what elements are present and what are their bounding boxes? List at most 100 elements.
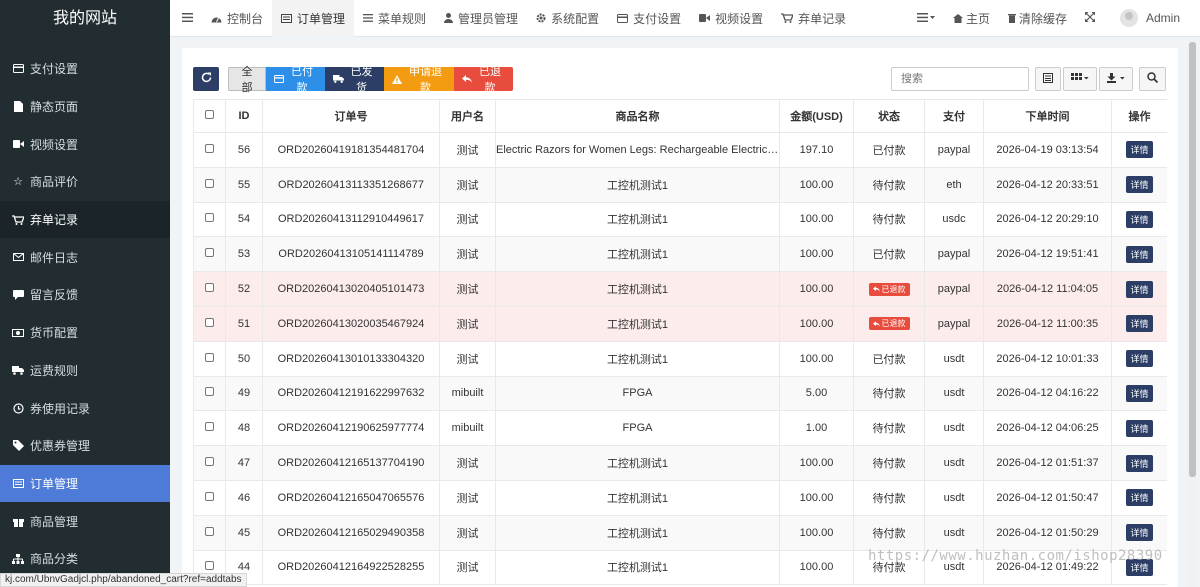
- more-tabs-dropdown[interactable]: [908, 0, 944, 37]
- row-checkbox[interactable]: [205, 283, 214, 293]
- row-checkbox[interactable]: [205, 491, 214, 501]
- row-checkbox[interactable]: [205, 526, 214, 536]
- row-select-cell[interactable]: [193, 305, 226, 342]
- row-checkbox[interactable]: [205, 248, 214, 258]
- sidebar-item-coupon-management[interactable]: 优惠券管理: [0, 427, 170, 465]
- select-all-cell[interactable]: [193, 99, 226, 133]
- detail-button[interactable]: 详情: [1126, 489, 1153, 507]
- row-select-cell[interactable]: [193, 445, 226, 481]
- table-row[interactable]: 53 ORD20260413105141114789 测试 工控机测试1 100.00 已…: [193, 236, 1167, 273]
- tab-dashboard[interactable]: 控制台: [202, 0, 272, 37]
- sidebar-item-feedback[interactable]: 留言反馈: [0, 276, 170, 314]
- row-select-cell[interactable]: [193, 479, 226, 516]
- col-header-status[interactable]: 状态: [853, 99, 925, 133]
- detail-button[interactable]: 详情: [1126, 176, 1153, 194]
- page-scrollbar-thumb[interactable]: [1189, 42, 1196, 477]
- row-checkbox[interactable]: [205, 143, 214, 153]
- table-row[interactable]: 49 ORD20260412191622997632 mibuilt FPGA 5.00…: [193, 375, 1167, 412]
- detail-button[interactable]: 详情: [1126, 419, 1153, 437]
- sidebar-item-coupon-usage[interactable]: 券使用记录: [0, 389, 170, 427]
- clear-cache-button[interactable]: 清除缓存: [999, 0, 1076, 37]
- row-select-cell[interactable]: [193, 132, 226, 168]
- detail-button[interactable]: 详情: [1126, 524, 1153, 542]
- row-checkbox[interactable]: [205, 561, 214, 571]
- columns-dropdown[interactable]: [1063, 67, 1097, 91]
- detail-button[interactable]: 详情: [1126, 245, 1153, 263]
- fullscreen-button[interactable]: [1076, 0, 1111, 37]
- filter-refunded-button[interactable]: 已退款: [454, 66, 513, 94]
- detail-button[interactable]: 详情: [1126, 350, 1153, 368]
- row-select-cell[interactable]: [193, 166, 226, 203]
- detail-button[interactable]: 详情: [1126, 280, 1153, 298]
- row-checkbox[interactable]: [205, 422, 214, 432]
- export-dropdown[interactable]: [1099, 67, 1133, 91]
- table-row[interactable]: 50 ORD20260413010133304320 测试 工控机测试1 100.00 已…: [193, 340, 1167, 377]
- col-header-amount[interactable]: 金额(USD): [779, 99, 854, 133]
- sidebar-item-product-category[interactable]: 商品分类: [0, 540, 170, 578]
- tab-menu-rules[interactable]: 菜单规则: [354, 0, 435, 37]
- col-header-order-no[interactable]: 订单号: [262, 99, 440, 133]
- tab-payment-settings[interactable]: 支付设置: [608, 0, 690, 37]
- sidebar-item-shipping-rules[interactable]: 运费规则: [0, 352, 170, 390]
- advanced-search-button[interactable]: [1139, 67, 1166, 91]
- tab-system-config[interactable]: 系统配置: [527, 0, 608, 37]
- tab-admin-management[interactable]: 管理员管理: [435, 0, 527, 37]
- table-row[interactable]: 48 ORD20260412190625977774 mibuilt FPGA 1.00…: [193, 410, 1167, 447]
- site-logo[interactable]: 我的网站: [0, 0, 170, 37]
- row-select-cell[interactable]: [193, 271, 226, 307]
- table-row[interactable]: 47 ORD20260412165137704190 测试 工控机测试1 100.00 待…: [193, 445, 1167, 481]
- col-header-payment[interactable]: 支付: [924, 99, 984, 133]
- sidebar-item-payment-settings[interactable]: 支付设置: [0, 50, 170, 88]
- detail-button[interactable]: 详情: [1126, 454, 1153, 472]
- col-header-id[interactable]: ID: [225, 99, 263, 133]
- table-row[interactable]: 54 ORD20260413112910449617 测试 工控机测试1 100.00 待…: [193, 201, 1167, 238]
- filter-shipped-button[interactable]: 已发货: [325, 66, 384, 94]
- sidebar-item-product-reviews[interactable]: ☆ 商品评价: [0, 163, 170, 201]
- detail-button[interactable]: 详情: [1126, 384, 1153, 402]
- sidebar-toggle-button[interactable]: [170, 0, 202, 37]
- table-row[interactable]: 45 ORD20260412165029490358 测试 工控机测试1 100.00 待…: [193, 514, 1167, 551]
- detail-button[interactable]: 详情: [1126, 141, 1153, 159]
- filter-paid-button[interactable]: 已付款: [266, 66, 325, 94]
- toggle-view-button[interactable]: [1035, 67, 1061, 91]
- row-checkbox[interactable]: [205, 387, 214, 397]
- row-select-cell[interactable]: [193, 514, 226, 551]
- sidebar-item-static-pages[interactable]: 静态页面: [0, 88, 170, 126]
- row-select-cell[interactable]: [193, 375, 226, 412]
- search-input[interactable]: [891, 67, 1029, 91]
- row-checkbox[interactable]: [205, 457, 214, 467]
- table-row[interactable]: 55 ORD20260413113351268677 测试 工控机测试1 100.00 待…: [193, 166, 1167, 203]
- row-checkbox[interactable]: [205, 352, 214, 362]
- row-select-cell[interactable]: [193, 340, 226, 377]
- row-checkbox[interactable]: [205, 317, 214, 327]
- admin-user-menu[interactable]: Admin: [1111, 0, 1200, 37]
- table-row[interactable]: 52 ORD20260413020405101473 测试 工控机测试1 100.00 已…: [193, 271, 1167, 307]
- detail-button[interactable]: 详情: [1126, 315, 1153, 333]
- sidebar-item-order-management[interactable]: 订单管理: [0, 464, 170, 503]
- sidebar-item-abandoned-cart[interactable]: 弃单记录: [0, 200, 170, 239]
- detail-button[interactable]: 详情: [1126, 210, 1153, 228]
- tab-order-management[interactable]: 订单管理: [272, 0, 355, 37]
- table-row[interactable]: 56 ORD20260419181354481704 测试 Electric Razo…: [193, 132, 1167, 168]
- sidebar-item-video-settings[interactable]: 视频设置: [0, 125, 170, 163]
- col-header-order-time[interactable]: 下单时间: [983, 99, 1112, 133]
- tab-abandoned-cart[interactable]: 弃单记录: [772, 0, 855, 37]
- row-select-cell[interactable]: [193, 410, 226, 447]
- filter-apply-refund-button[interactable]: 申请退款: [384, 66, 454, 94]
- col-header-username[interactable]: 用户名: [439, 99, 496, 133]
- refresh-button[interactable]: [193, 67, 219, 91]
- row-select-cell[interactable]: [193, 236, 226, 273]
- row-checkbox[interactable]: [205, 213, 214, 223]
- table-row[interactable]: 46 ORD20260412165047065576 测试 工控机测试1 100.00 待…: [193, 479, 1167, 516]
- row-checkbox[interactable]: [205, 178, 214, 188]
- col-header-product[interactable]: 商品名称: [495, 99, 780, 133]
- row-select-cell[interactable]: [193, 201, 226, 238]
- table-row[interactable]: 51 ORD20260413020035467924 测试 工控机测试1 100.00 已…: [193, 305, 1167, 342]
- select-all-checkbox[interactable]: [205, 110, 214, 119]
- sidebar-item-currency[interactable]: 货币配置: [0, 314, 170, 352]
- filter-all-button[interactable]: 全部: [228, 66, 266, 94]
- home-link[interactable]: 主页: [944, 0, 999, 37]
- tab-video-settings[interactable]: 视频设置: [690, 0, 772, 37]
- sidebar-item-product-management[interactable]: 商品管理: [0, 502, 170, 540]
- sidebar-item-mail-log[interactable]: 邮件日志: [0, 238, 170, 276]
